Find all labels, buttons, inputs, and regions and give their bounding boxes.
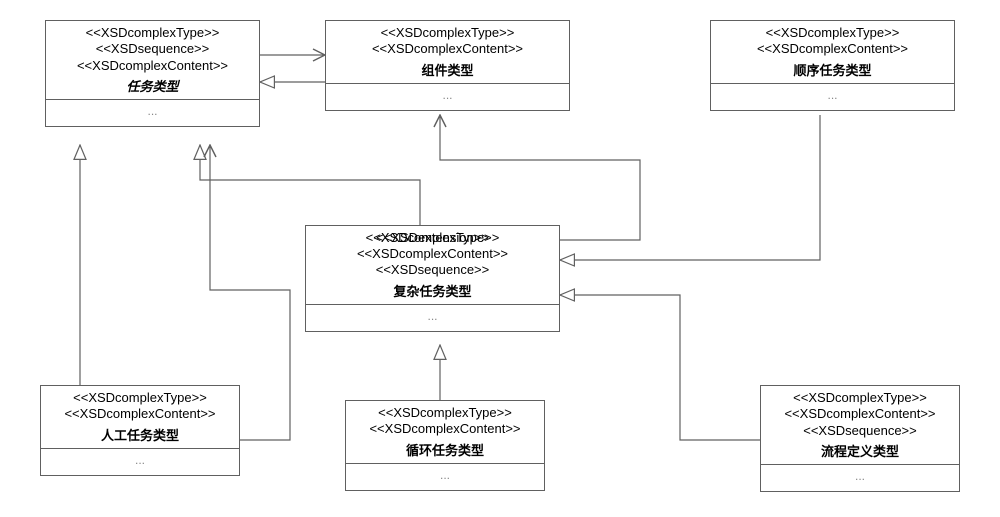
stereotype: <<XSDcomplexContent>> xyxy=(354,421,536,437)
node-sequential-task-type: <<XSDcomplexType>> <<XSDcomplexContent>>… xyxy=(710,20,955,111)
stereotype: <<XSDcomplexType>> xyxy=(354,405,536,421)
node-process-definition-type: <<XSDcomplexType>> <<XSDcomplexContent>>… xyxy=(760,385,960,492)
stereotype: <<XSDsequence>> xyxy=(769,423,951,439)
stereotype: <<XSDcomplexContent>> xyxy=(719,41,946,57)
stereotype: <<XSDcomplexContent>> xyxy=(334,41,561,57)
node-body: ... xyxy=(326,84,569,110)
node-title: 人工任务类型 xyxy=(49,425,231,444)
stereotype: <<XSDcomplexType>> xyxy=(49,390,231,406)
node-task-type: <<XSDcomplexType>> <<XSDsequence>> <<XSD… xyxy=(45,20,260,127)
stereotype: <<XSDsequence>> xyxy=(54,41,251,57)
edge-complex-gen-task xyxy=(200,145,420,225)
node-loop-task-type: <<XSDcomplexType>> <<XSDcomplexContent>>… xyxy=(345,400,545,491)
stereotype: <<XSDsequence>> xyxy=(314,262,551,278)
node-manual-task-type: <<XSDcomplexType>> <<XSDcomplexContent>>… xyxy=(40,385,240,476)
node-body: ... xyxy=(346,464,544,490)
edge-complex-to-component xyxy=(440,115,640,240)
stereotype: <<XSDcomplexType>> xyxy=(334,25,561,41)
stereotype: <<XSDcomplexType>> xyxy=(54,25,251,41)
stereotype: <<XSDcomplexContent>> xyxy=(769,406,951,422)
node-title: 组件类型 xyxy=(334,60,561,79)
node-title: 顺序任务类型 xyxy=(719,60,946,79)
node-title: 复杂任务类型 xyxy=(314,281,551,300)
stereotype: <<XSDcomplexType>> xyxy=(719,25,946,41)
stereotype: <<XSDcomplexContent>> xyxy=(49,406,231,422)
stereotype: <<XSDcomplexContent>> xyxy=(314,246,551,262)
edge-sequential-gen-complex xyxy=(560,115,820,260)
stereotype: <<XSDcomplexContent>> xyxy=(54,58,251,74)
node-body: ... xyxy=(306,305,559,331)
node-body: ... xyxy=(41,449,239,475)
node-title: 任务类型 xyxy=(54,76,251,95)
node-title: 流程定义类型 xyxy=(769,441,951,460)
node-component-type: <<XSDcomplexType>> <<XSDcomplexContent>>… xyxy=(325,20,570,111)
node-body: ... xyxy=(711,84,954,110)
node-complex-task-type: <<XSDextension>> <<XSDcomplexType>> <<XS… xyxy=(305,225,560,332)
stereotype-overlap: <<XSDextension>> <<XSDcomplexType>> xyxy=(314,230,551,246)
node-title: 循环任务类型 xyxy=(354,440,536,459)
edge-process-gen-complex xyxy=(560,295,760,440)
node-body: ... xyxy=(761,465,959,491)
node-body: ... xyxy=(46,100,259,126)
stereotype: <<XSDcomplexType>> xyxy=(769,390,951,406)
